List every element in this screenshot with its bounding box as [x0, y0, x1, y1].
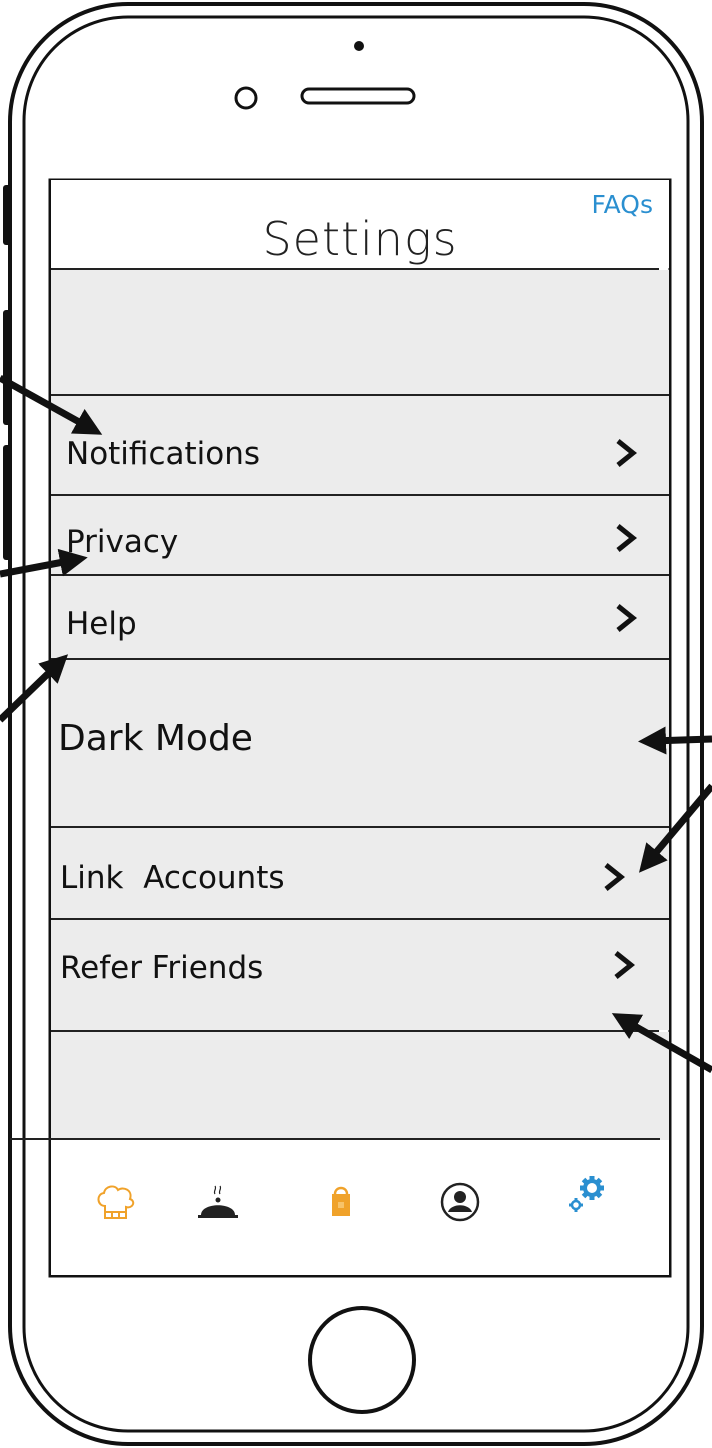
settings-row-privacy[interactable]: Privacy	[51, 496, 669, 574]
tab-bar-divider	[10, 1138, 660, 1140]
spacer-block	[51, 270, 669, 394]
tab-bar	[51, 1140, 669, 1275]
gear-icon[interactable]	[565, 1172, 609, 1216]
row-label-link-accounts: Link Accounts	[60, 860, 285, 896]
settings-row-refer-friends[interactable]: Refer Friends	[51, 920, 669, 1030]
front-camera	[234, 86, 258, 110]
faq-link[interactable]: FAQs	[592, 190, 653, 219]
settings-screen: Settings FAQs Notifications Privacy Help…	[51, 180, 669, 1275]
camera-dot	[354, 41, 364, 51]
settings-row-help[interactable]: Help	[51, 576, 669, 658]
chevron-right-icon	[616, 604, 638, 632]
row-label-privacy: Privacy	[66, 524, 179, 560]
chevron-right-icon	[616, 524, 638, 552]
spacer-block	[51, 1032, 669, 1140]
serving-cloche-icon[interactable]	[196, 1180, 240, 1224]
row-label-refer-friends: Refer Friends	[60, 950, 264, 986]
settings-row-dark-mode[interactable]: Dark Mode	[51, 660, 669, 826]
row-label-notifications: Notifications	[66, 436, 261, 472]
settings-row-notifications[interactable]: Notifications	[51, 396, 669, 494]
home-button	[308, 1306, 416, 1414]
speaker-grille	[300, 87, 416, 105]
profile-icon[interactable]	[438, 1180, 482, 1224]
page-title: Settings	[262, 212, 458, 266]
chevron-right-icon	[604, 863, 626, 891]
settings-row-link-accounts[interactable]: Link Accounts	[51, 828, 669, 918]
chevron-right-icon	[614, 951, 636, 979]
chef-hat-icon[interactable]	[93, 1180, 137, 1224]
shopping-bag-icon[interactable]	[319, 1180, 363, 1224]
chevron-right-icon	[616, 439, 638, 467]
row-label-dark-mode: Dark Mode	[58, 718, 253, 759]
header: Settings FAQs	[51, 180, 669, 268]
row-label-help: Help	[66, 606, 137, 642]
